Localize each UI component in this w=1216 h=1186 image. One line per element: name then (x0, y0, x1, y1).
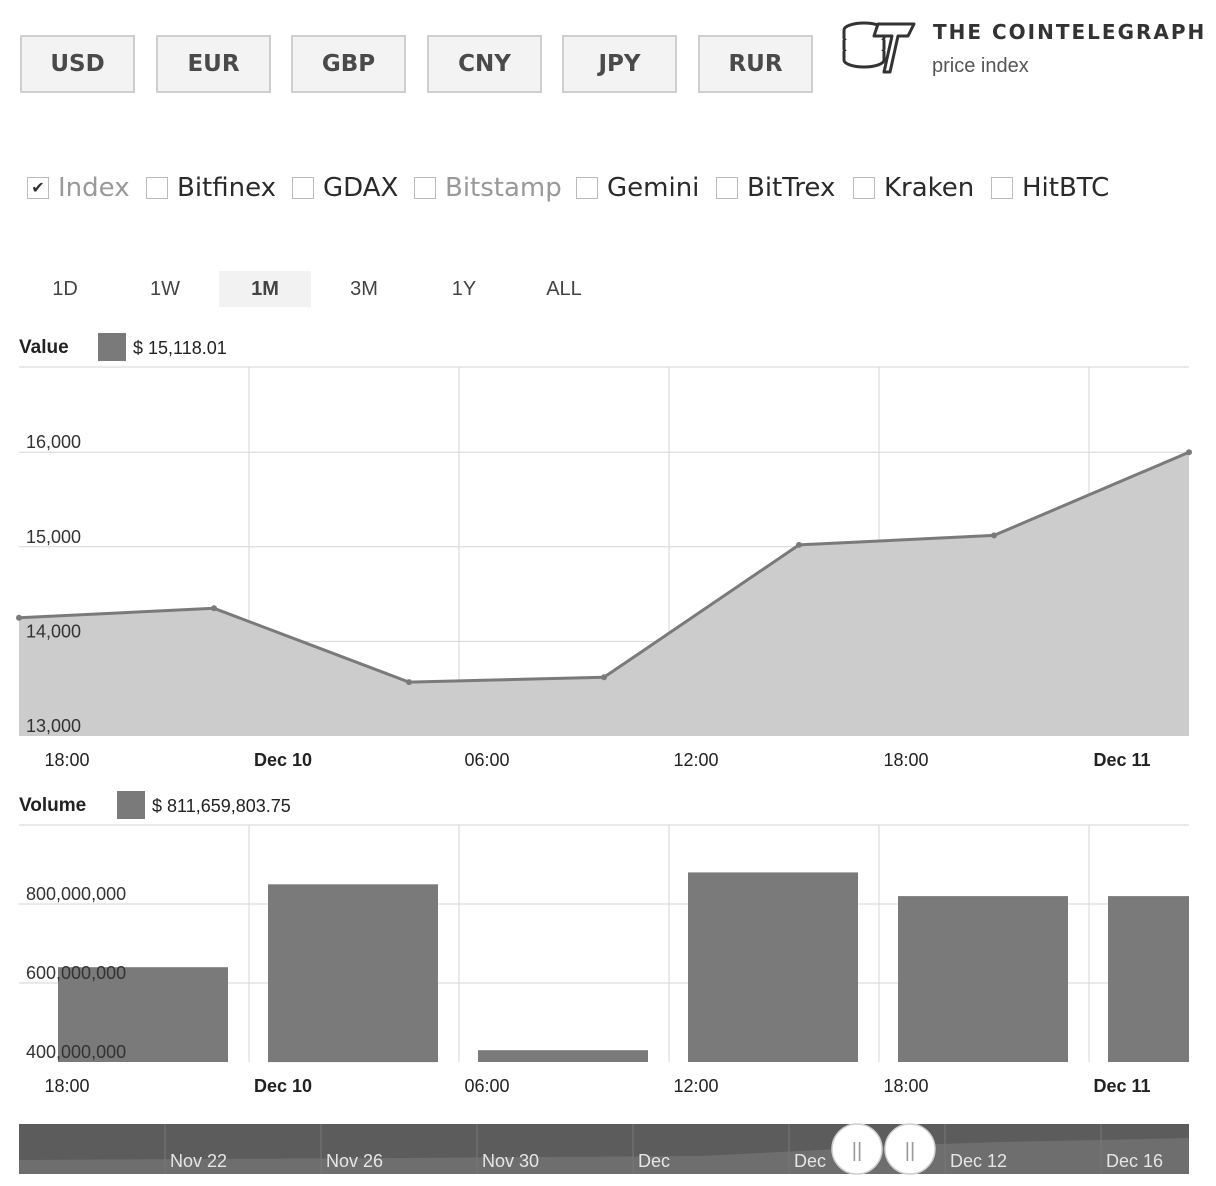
exchange-option-hitbtc[interactable]: HitBTC (991, 170, 1109, 206)
value-y-tick: 14,000 (26, 621, 81, 641)
value-point[interactable] (211, 605, 217, 612)
navigator-label: Dec (638, 1151, 670, 1171)
navigator-label: Nov 22 (170, 1151, 227, 1171)
exchange-option-bittrex[interactable]: BitTrex (716, 170, 835, 206)
value-y-tick: 13,000 (26, 716, 81, 736)
navigator-label: Nov 26 (326, 1151, 383, 1171)
exchange-option-gdax[interactable]: GDAX (292, 170, 398, 206)
exchange-label: Bitstamp (445, 173, 562, 203)
exchange-checkbox-gdax[interactable] (292, 177, 314, 199)
exchange-checkbox-kraken[interactable] (853, 177, 875, 199)
currency-button-gbp[interactable]: GBP (291, 35, 406, 93)
exchange-option-bitstamp[interactable]: Bitstamp (414, 170, 562, 206)
handle-grip: || (905, 1140, 915, 1162)
value-y-tick: 15,000 (26, 527, 81, 547)
range-tab-1d[interactable]: 1D (19, 271, 111, 307)
navigator-label: Dec (794, 1151, 826, 1171)
volume-y-tick: 600,000,000 (26, 963, 126, 983)
navigator-label: Nov 30 (482, 1151, 539, 1171)
coin-stack-lightning-icon (842, 21, 916, 74)
value-point[interactable] (1186, 449, 1192, 456)
exchange-label: GDAX (323, 173, 399, 203)
volume-bar[interactable] (1108, 896, 1189, 1062)
volume-readout: $ 811,659,803.75 (152, 796, 291, 816)
value-point[interactable] (991, 532, 997, 539)
value-y-tick: 16,000 (26, 432, 81, 452)
value-x-tick: 18:00 (44, 750, 89, 770)
exchange-checkbox-bittrex[interactable] (716, 177, 738, 199)
value-x-tick: 18:00 (883, 750, 928, 770)
value-point[interactable] (16, 614, 22, 621)
volume-x-tick: Dec 10 (254, 1076, 312, 1096)
currency-button-cny[interactable]: CNY (427, 35, 542, 93)
volume-bar[interactable] (688, 872, 858, 1062)
exchange-option-gemini[interactable]: Gemini (576, 170, 699, 206)
volume-x-tick: Dec 11 (1093, 1076, 1150, 1096)
currency-button-usd[interactable]: USD (20, 35, 135, 93)
exchange-option-index[interactable]: ✔ Index (27, 170, 130, 206)
navigator-handle-left[interactable]: || (831, 1123, 883, 1175)
volume-x-tick: 06:00 (464, 1076, 509, 1096)
navigator-handle-right[interactable]: || (884, 1123, 936, 1175)
currency-button-eur[interactable]: EUR (156, 35, 271, 93)
exchange-label: BitTrex (747, 173, 836, 203)
value-x-tick: 12:00 (673, 750, 718, 770)
value-x-tick: Dec 11 (1093, 750, 1150, 770)
volume-x-tick: 18:00 (44, 1076, 89, 1096)
handle-grip: || (852, 1140, 862, 1162)
navigator-label: Dec 12 (950, 1151, 1007, 1171)
exchange-option-bitfinex[interactable]: Bitfinex (146, 170, 276, 206)
value-chart[interactable]: 13,000 14,000 15,000 16,000 18:00 Dec 10 06:00… (0, 355, 1216, 775)
exchange-label: Kraken (884, 173, 975, 203)
exchange-checkbox-bitstamp[interactable] (414, 177, 436, 199)
value-point[interactable] (796, 541, 802, 548)
logo (838, 14, 918, 84)
logo-subtitle: price index (932, 55, 1029, 77)
volume-chart[interactable]: 400,000,000 600,000,000 800,000,000 18:00 De… (0, 815, 1216, 1105)
checkmark-icon: ✔ (31, 178, 45, 197)
exchange-label: Gemini (607, 173, 700, 203)
logo-title: THE COINTELEGRAPH (933, 20, 1207, 44)
volume-bar[interactable] (268, 884, 438, 1063)
navigator-label: Dec 16 (1106, 1151, 1163, 1171)
exchange-label: HitBTC (1022, 173, 1110, 203)
range-tab-1w[interactable]: 1W (119, 271, 211, 307)
volume-bar[interactable] (898, 896, 1068, 1062)
volume-x-tick: 12:00 (673, 1076, 718, 1096)
currency-button-rur[interactable]: RUR (698, 35, 813, 93)
volume-y-tick: 400,000,000 (26, 1042, 126, 1062)
volume-y-tick: 800,000,000 (26, 884, 126, 904)
value-area (19, 452, 1189, 736)
range-tab-3m[interactable]: 3M (318, 271, 410, 307)
volume-x-tick: 18:00 (883, 1076, 928, 1096)
value-point[interactable] (406, 679, 412, 686)
range-tab-1m[interactable]: 1M (219, 271, 311, 307)
exchange-label: Index (58, 173, 130, 203)
range-tab-1y[interactable]: 1Y (418, 271, 510, 307)
value-point[interactable] (601, 674, 607, 681)
exchange-label: Bitfinex (177, 173, 277, 203)
exchange-checkbox-bitfinex[interactable] (146, 177, 168, 199)
exchange-checkbox-gemini[interactable] (576, 177, 598, 199)
exchange-checkbox-hitbtc[interactable] (991, 177, 1013, 199)
time-navigator[interactable]: Nov 22 Nov 26 Nov 30 Dec Dec Dec 12 Dec 16 || || (0, 1120, 1216, 1180)
exchange-checkbox-index[interactable]: ✔ (27, 177, 49, 199)
currency-button-jpy[interactable]: JPY (562, 35, 677, 93)
value-x-tick: Dec 10 (254, 750, 312, 770)
exchange-option-kraken[interactable]: Kraken (853, 170, 974, 206)
range-tab-all[interactable]: ALL (518, 271, 610, 307)
value-x-tick: 06:00 (464, 750, 509, 770)
volume-label: Volume (19, 795, 87, 816)
volume-bar[interactable] (478, 1050, 648, 1062)
